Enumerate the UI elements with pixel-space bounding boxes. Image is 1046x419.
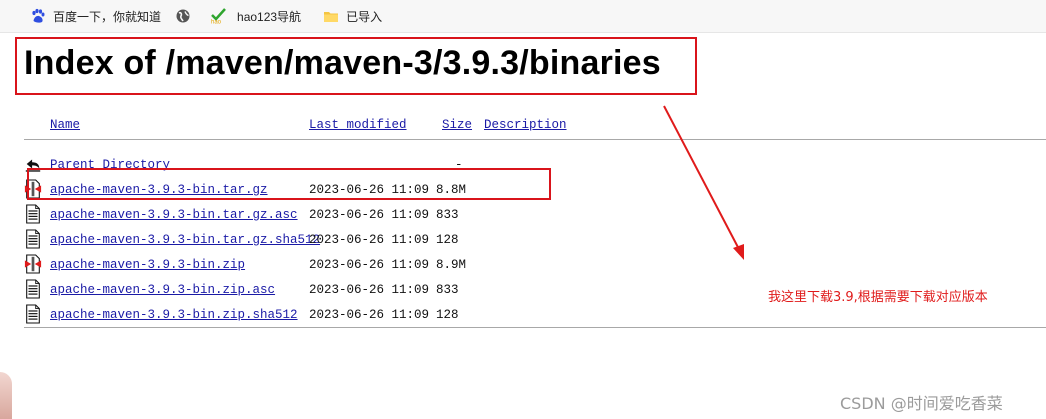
watermark: CSDN @时间爱吃香菜 (840, 394, 1003, 413)
annotation-text: 我这里下载3.9,根据需要下载对应版本 (768, 290, 988, 305)
annotation-arrow (663, 105, 744, 260)
corner-decoration (0, 372, 12, 419)
